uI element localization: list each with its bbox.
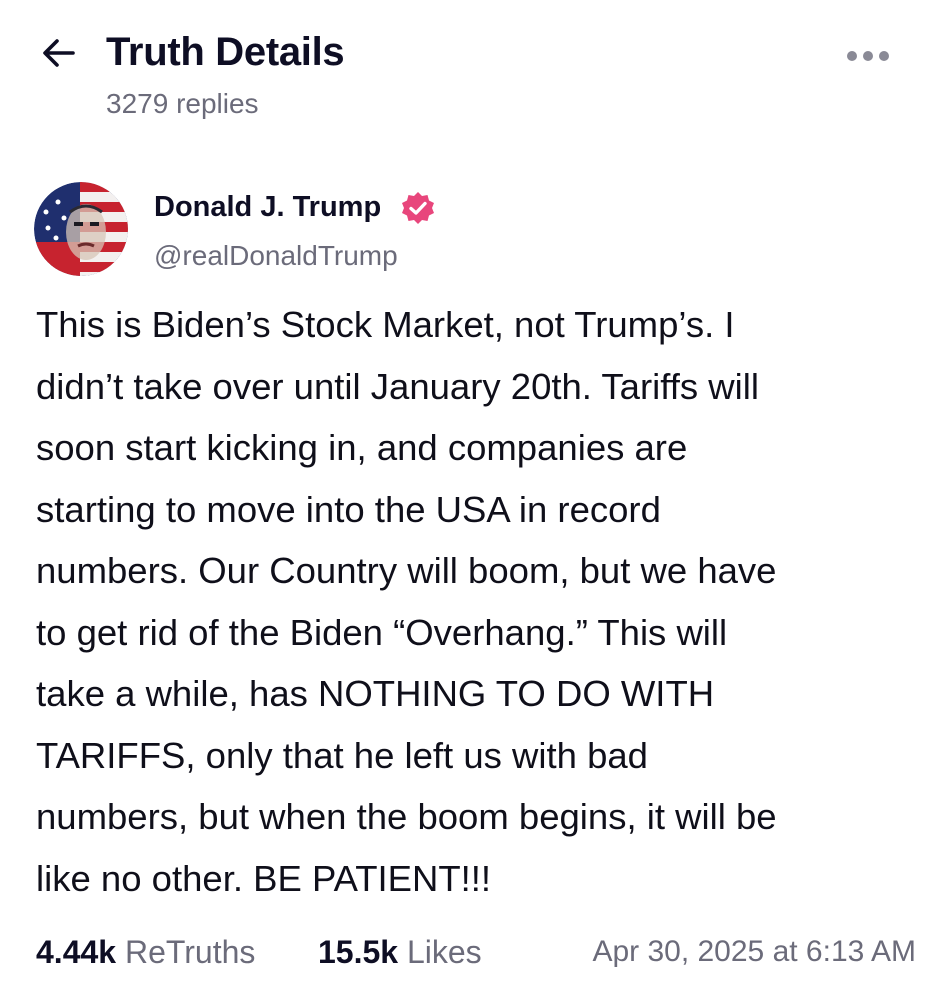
post-text-line: TARIFFS, only that he left us with bad — [36, 734, 648, 776]
author-name[interactable]: Donald J. Trump — [154, 188, 381, 226]
post-text-line: take a while, has NOTHING TO DO WITH — [36, 673, 715, 714]
retruths-label: ReTruths — [124, 934, 256, 970]
post-body: This is Biden’s Stock Market, not Trump’… — [36, 294, 906, 909]
back-button[interactable] — [36, 30, 82, 76]
retruths-count: 4.44k — [36, 934, 117, 970]
post-text-line: like no other. BE PATIENT!!! — [36, 857, 492, 899]
post-text-line: numbers, but when the boom begins, it wi… — [36, 796, 777, 837]
top-bar: Truth Details 3279 replies — [0, 0, 937, 140]
post-text-line: to get rid of the Biden “Overhang.” This… — [36, 611, 728, 653]
likes-stat[interactable]: 15.5k Likes — [318, 924, 482, 980]
post-author: Donald J. Trump @realDonaldTrump — [34, 180, 914, 280]
post-text-line: numbers. Our Country will boom, but we h… — [36, 550, 777, 591]
post-text-line: starting to move into the USA in record — [36, 488, 661, 530]
verified-badge-icon — [402, 192, 434, 224]
likes-count: 15.5k — [318, 934, 399, 970]
avatar[interactable] — [34, 182, 128, 276]
page-title: Truth Details — [106, 30, 345, 74]
more-dot-icon — [863, 51, 873, 61]
post-text-line: soon start kicking in, and companies are — [36, 427, 688, 468]
post-timestamp: Apr 30, 2025 at 6:13 AM — [592, 935, 916, 968]
more-options-button[interactable] — [840, 40, 896, 72]
post-stats: 4.44k ReTruths 15.5k Likes Apr 30, 2025 … — [36, 924, 916, 980]
more-dot-icon — [847, 51, 857, 61]
retruths-stat[interactable]: 4.44k ReTruths — [36, 924, 255, 980]
more-dot-icon — [879, 51, 889, 61]
author-handle[interactable]: @realDonaldTrump — [154, 238, 398, 274]
post-text-line: This is Biden’s Stock Market, not Trump’… — [36, 304, 735, 345]
arrow-left-icon — [43, 39, 75, 67]
likes-label: Likes — [406, 934, 482, 970]
avatar-image — [34, 182, 128, 276]
post-text-line: didn’t take over until January 20th. Tar… — [36, 365, 759, 407]
reply-count: 3279 replies — [106, 88, 259, 119]
